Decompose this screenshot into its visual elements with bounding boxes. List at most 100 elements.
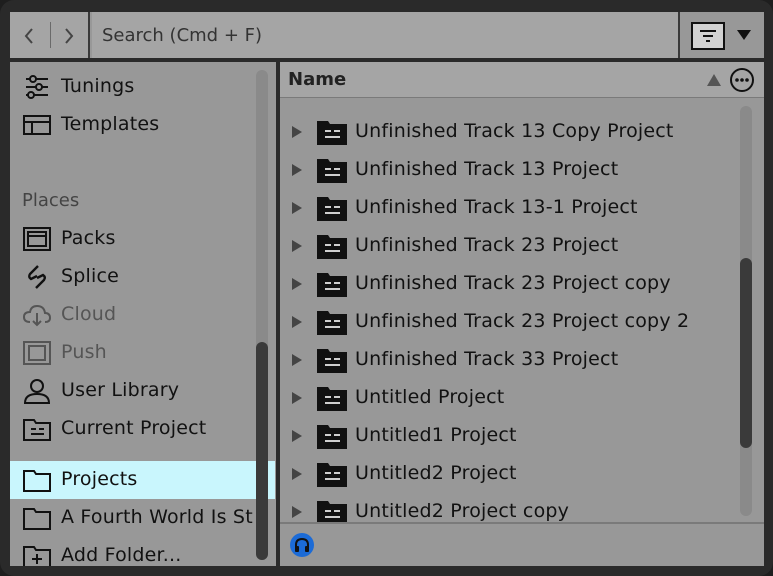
sidebar-item-label: Templates	[61, 113, 160, 135]
project-folder-icon	[317, 463, 347, 487]
project-folder-icon	[23, 419, 51, 441]
expand-arrow-icon[interactable]	[291, 505, 303, 519]
expand-arrow-icon[interactable]	[291, 429, 303, 443]
expand-arrow-icon[interactable]	[291, 163, 303, 177]
sidebar-item-cloud[interactable]: Cloud	[10, 296, 275, 334]
sidebar-item-projects[interactable]: Projects	[10, 461, 275, 499]
list-scrollbar-thumb[interactable]	[740, 258, 752, 448]
list-item[interactable]: Unfinished Track 23 Project copy 2	[280, 303, 742, 341]
list-item-label: Unfinished Track 33 Project	[355, 348, 619, 370]
expand-arrow-icon[interactable]	[291, 353, 303, 367]
sidebar: Tunings Templates Places Packs Splice Cl…	[10, 62, 278, 566]
filter-dropdown-button[interactable]	[734, 26, 754, 44]
list-item[interactable]: Untitled1 Project	[280, 417, 742, 455]
sidebar-item-user-library[interactable]: User Library	[10, 372, 275, 410]
push-icon	[23, 341, 51, 365]
filter-icon	[700, 30, 716, 42]
list-item-label: Unfinished Track 23 Project copy 2	[355, 310, 690, 332]
tunings-icon	[26, 75, 48, 99]
sidebar-item-label: Cloud	[61, 303, 117, 325]
history-nav	[10, 12, 90, 58]
sidebar-item-packs[interactable]: Packs	[10, 220, 275, 258]
project-folder-icon	[317, 349, 347, 373]
sidebar-item-label: Add Folder...	[61, 544, 182, 566]
splice-icon	[28, 265, 46, 289]
list-item-label: Unfinished Track 13-1 Project	[355, 196, 638, 218]
headphones-preview-icon[interactable]	[289, 532, 315, 558]
project-folder-icon	[317, 273, 347, 297]
list-item[interactable]: Unfinished Track 13 Copy Project	[280, 113, 742, 151]
sort-ascending-icon[interactable]	[706, 73, 722, 87]
list-item-label: Unfinished Track 13 Project	[355, 158, 619, 180]
sidebar-scrollbar-thumb[interactable]	[256, 342, 268, 560]
list-item-label: Unfinished Track 13 Copy Project	[355, 120, 674, 142]
sidebar-item-tunings[interactable]: Tunings	[10, 68, 275, 106]
list-item-label: Untitled2 Project copy	[355, 500, 570, 522]
expand-arrow-icon[interactable]	[291, 277, 303, 291]
nav-divider	[50, 22, 51, 48]
sidebar-item-current-project[interactable]: Current Project	[10, 410, 275, 448]
sidebar-item-label: Current Project	[61, 417, 207, 439]
project-folder-icon	[317, 235, 347, 259]
name-column-header[interactable]: Name	[288, 69, 346, 90]
expand-arrow-icon[interactable]	[291, 391, 303, 405]
toolbar	[10, 12, 764, 58]
back-button[interactable]	[16, 23, 42, 49]
chevron-right-icon	[65, 28, 74, 44]
chevron-left-icon	[24, 28, 33, 44]
list-item[interactable]: Unfinished Track 23 Project	[280, 227, 742, 265]
project-folder-icon	[317, 159, 347, 183]
project-folder-icon	[317, 425, 347, 449]
list-item-label: Unfinished Track 23 Project copy	[355, 272, 671, 294]
expand-arrow-icon[interactable]	[291, 315, 303, 329]
sidebar-item-label: Splice	[61, 265, 120, 287]
list-item[interactable]: Unfinished Track 23 Project copy	[280, 265, 742, 303]
sidebar-item-splice[interactable]: Splice	[10, 258, 275, 296]
folder-icon	[23, 508, 51, 530]
list-item[interactable]: Unfinished Track 13 Project	[280, 151, 742, 189]
sidebar-item-label: Projects	[61, 468, 138, 490]
search-input[interactable]	[102, 21, 662, 49]
triangle-down-icon	[737, 30, 751, 40]
browser-window: Tunings Templates Places Packs	[0, 0, 773, 576]
filter-button[interactable]	[691, 22, 725, 50]
user-icon	[23, 379, 51, 404]
browser-footer	[280, 524, 764, 566]
add-folder-button[interactable]: Add Folder...	[10, 537, 275, 566]
sidebar-item-a-fourth-world[interactable]: A Fourth World Is St	[10, 499, 275, 537]
expand-arrow-icon[interactable]	[291, 201, 303, 215]
project-folder-icon	[317, 197, 347, 221]
column-header: Name	[280, 62, 764, 98]
more-options-icon[interactable]	[729, 67, 755, 93]
folder-icon	[23, 470, 51, 492]
sidebar-item-templates[interactable]: Templates	[10, 106, 275, 144]
sidebar-item-label: Push	[61, 341, 107, 363]
expand-arrow-icon[interactable]	[291, 467, 303, 481]
templates-icon	[23, 115, 51, 135]
list-item[interactable]: Unfinished Track 33 Project	[280, 341, 742, 379]
packs-icon	[23, 227, 51, 251]
sidebar-item-label: Tunings	[61, 75, 135, 97]
list-item[interactable]: Untitled2 Project	[280, 455, 742, 493]
forward-button[interactable]	[56, 23, 82, 49]
project-folder-icon	[317, 311, 347, 335]
project-folder-icon	[317, 121, 347, 145]
list-item-label: Untitled1 Project	[355, 424, 517, 446]
places-header: Places	[22, 190, 80, 211]
sidebar-item-push[interactable]: Push	[10, 334, 275, 372]
browser-frame: Tunings Templates Places Packs	[10, 12, 764, 566]
list-item-label: Untitled Project	[355, 386, 505, 408]
sidebar-item-label: User Library	[61, 379, 180, 401]
sidebar-item-label: A Fourth World Is St	[61, 506, 253, 528]
add-folder-icon	[23, 546, 51, 566]
list-item[interactable]: Unfinished Track 13-1 Project	[280, 189, 742, 227]
expand-arrow-icon[interactable]	[291, 125, 303, 139]
cloud-icon	[22, 304, 52, 327]
file-list-pane: Name Unfinished Track 13 Copy Project Unf…	[280, 62, 764, 566]
search-box	[92, 12, 680, 58]
project-folder-icon	[317, 387, 347, 411]
list-item-label: Unfinished Track 23 Project	[355, 234, 619, 256]
list-item[interactable]: Untitled Project	[280, 379, 742, 417]
expand-arrow-icon[interactable]	[291, 239, 303, 253]
list-item-label: Untitled2 Project	[355, 462, 517, 484]
